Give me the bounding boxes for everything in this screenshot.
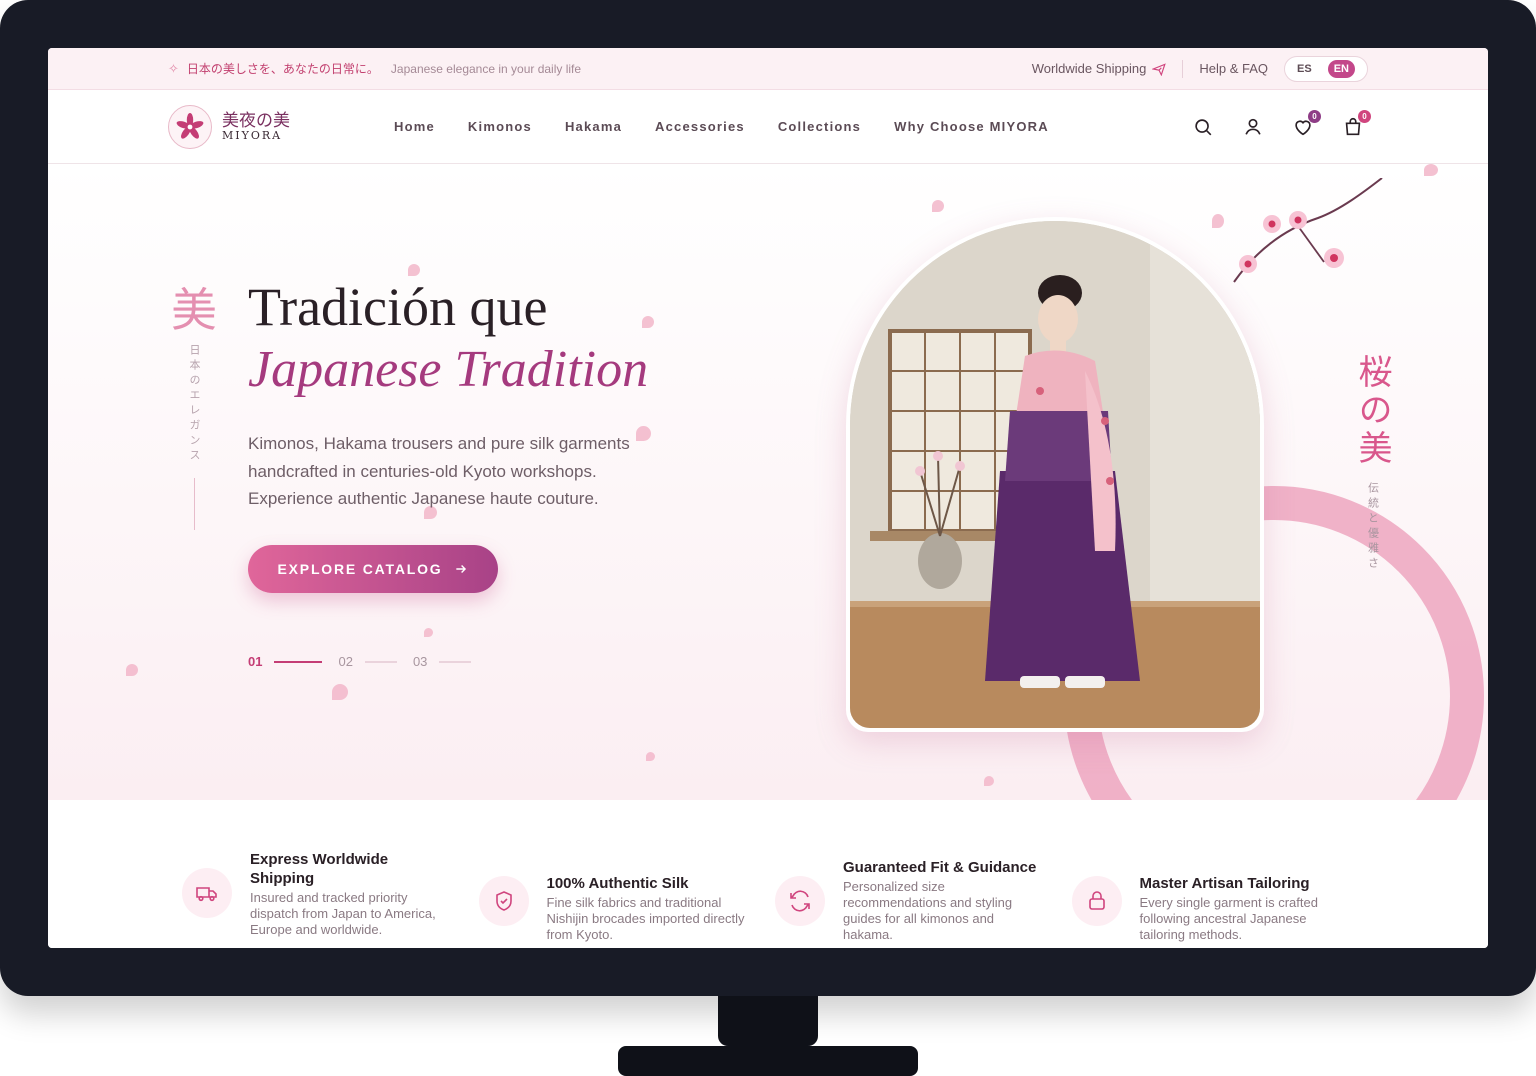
slide-01-bar: [274, 660, 323, 663]
nav-icons: 0 0: [1192, 109, 1371, 138]
feature-title: 100% Authentic Silk: [546, 875, 689, 892]
feature-title: Express Worldwide Shipping: [250, 851, 389, 887]
feature-tailoring: Master Artisan Tailoring Every single ga…: [1071, 800, 1369, 948]
search-icon: [1195, 118, 1212, 135]
kimono-model-illustration: [850, 221, 1260, 728]
slide-03-bar: [439, 660, 472, 663]
site-logo[interactable]: 美夜の美 MIYORA: [168, 104, 290, 149]
monitor-frame: ✧ 日本の美しさを、あなたの日常に。 Japanese elegance in …: [0, 0, 1536, 996]
feature-title: Master Artisan Tailoring: [1139, 875, 1310, 892]
nav-home[interactable]: Home: [394, 119, 435, 134]
main-navbar: 美夜の美 MIYORA Home Kimonos Hakama Accessor…: [48, 90, 1488, 164]
nav-collections[interactable]: Collections: [778, 119, 861, 134]
refresh-icon: [775, 876, 825, 926]
shipping-label: Worldwide Shipping: [1031, 61, 1147, 76]
petal-decoration: [642, 316, 654, 328]
account-button[interactable]: [1242, 116, 1264, 138]
nav-accessories[interactable]: Accessories: [655, 119, 745, 134]
announcement-bar: ✧ 日本の美しさを、あなたの日常に。 Japanese elegance in …: [48, 48, 1488, 90]
feature-text: 100% Authentic Silk Fine silk fabrics an…: [547, 874, 747, 943]
lang-es-button[interactable]: ES: [1297, 63, 1312, 75]
cta-label: EXPLORE CATALOG: [277, 561, 443, 577]
plane-icon: [1152, 62, 1167, 76]
hero-section: 美 日本のエレガンス Tradición que Japanese Tradit…: [48, 164, 1488, 800]
side-line: [193, 478, 195, 530]
features-strip: Express Worldwide Shipping Insured and t…: [48, 800, 1488, 948]
shipping-link[interactable]: Worldwide Shipping: [1032, 61, 1167, 76]
logo-kanji: 美夜の美: [222, 110, 290, 131]
search-button[interactable]: [1192, 116, 1214, 138]
petal-decoration: [984, 776, 994, 786]
feature-description: Every single garment is crafted followin…: [1139, 895, 1318, 942]
monitor-stand-base: [618, 1046, 918, 1076]
side-japanese-text: 日本のエレガンス: [188, 344, 201, 464]
slide-02-button[interactable]: 02: [338, 654, 352, 669]
shield-check-icon: [478, 876, 529, 926]
hero-title-line1: Tradición que: [248, 277, 548, 337]
feature-text: Guaranteed Fit & Guidance Personalized s…: [843, 858, 1043, 943]
right-vertical-text: 桜の美 伝統と優雅さ: [1348, 354, 1397, 572]
wishlist-button[interactable]: 0: [1292, 109, 1321, 138]
hero-image: [850, 221, 1260, 728]
nav-links: Home Kimonos Hakama Accessories Collecti…: [394, 119, 1049, 134]
explore-catalog-button[interactable]: EXPLORE CATALOG: [248, 545, 498, 593]
wishlist-count-badge: 0: [1308, 109, 1321, 123]
arrow-right-icon: [456, 565, 467, 573]
hero-title-line2: Japanese Tradition: [248, 341, 649, 398]
sparkle-icon: ✧: [168, 60, 179, 76]
announcement-japanese: 日本の美しさを、あなたの日常に。: [186, 62, 379, 76]
topbar-right: Worldwide Shipping Help & FAQ ES EN: [1032, 55, 1368, 82]
cherry-branch-decoration: [1233, 178, 1383, 283]
nav-hakama[interactable]: Hakama: [565, 119, 622, 134]
feature-description: Fine silk fabrics and traditional Nishij…: [546, 895, 745, 942]
side-kanji: 美: [171, 283, 217, 337]
language-switcher: ES EN: [1284, 55, 1368, 82]
logo-text: 美夜の美 MIYORA: [222, 112, 290, 142]
feature-fit: Guaranteed Fit & Guidance Personalized s…: [775, 800, 1072, 948]
monitor-stand-neck: [718, 996, 818, 1046]
right-kanji: 桜の美: [1352, 354, 1392, 468]
slide-02-bar: [364, 660, 397, 663]
right-japanese-text: 伝統と優雅さ: [1366, 482, 1380, 572]
petal-decoration: [424, 628, 433, 637]
petal-decoration: [1424, 164, 1438, 176]
nav-kimonos[interactable]: Kimonos: [468, 119, 532, 134]
feature-silk: 100% Authentic Silk Fine silk fabrics an…: [478, 800, 776, 948]
cart-button[interactable]: 0: [1342, 109, 1371, 138]
user-icon: [1245, 118, 1261, 135]
hero-image-frame: [846, 217, 1264, 732]
feature-description: Insured and tracked priority dispatch fr…: [250, 890, 436, 937]
help-faq-link[interactable]: Help & FAQ: [1199, 61, 1268, 76]
side-vertical-text: 美 日本のエレガンス: [168, 284, 220, 530]
hero-description: Kimonos, Hakama trousers and pure silk g…: [248, 434, 630, 508]
feature-text: Express Worldwide Shipping Insured and t…: [250, 850, 450, 938]
feature-text: Master Artisan Tailoring Every single ga…: [1140, 874, 1340, 943]
lock-icon: [1071, 876, 1122, 926]
petal-decoration: [932, 200, 944, 212]
announcement-tagline: Japanese elegance in your daily life: [390, 61, 582, 76]
browser-screen: ✧ 日本の美しさを、あなたの日常に。 Japanese elegance in …: [48, 48, 1488, 948]
petal-decoration: [1212, 214, 1224, 228]
cart-count-badge: 0: [1358, 109, 1371, 123]
feature-title: Guaranteed Fit & Guidance: [843, 859, 1037, 876]
truck-icon: [182, 868, 232, 918]
slide-pager: 01 02 03: [248, 654, 487, 669]
logo-latin: MIYORA: [222, 128, 283, 142]
sakura-logo-icon: [168, 104, 212, 149]
slide-03-button[interactable]: 03: [413, 654, 427, 669]
slide-01-button[interactable]: 01: [248, 654, 262, 669]
lang-en-button[interactable]: EN: [1327, 59, 1355, 78]
petal-decoration: [646, 752, 655, 761]
divider: [1182, 59, 1184, 78]
feature-description: Personalized size recommendations and st…: [843, 879, 1013, 942]
feature-shipping: Express Worldwide Shipping Insured and t…: [182, 800, 479, 948]
petal-decoration: [126, 664, 138, 676]
petal-decoration: [332, 684, 348, 700]
nav-why-choose[interactable]: Why Choose MIYORA: [894, 119, 1049, 134]
petal-decoration: [408, 264, 420, 276]
